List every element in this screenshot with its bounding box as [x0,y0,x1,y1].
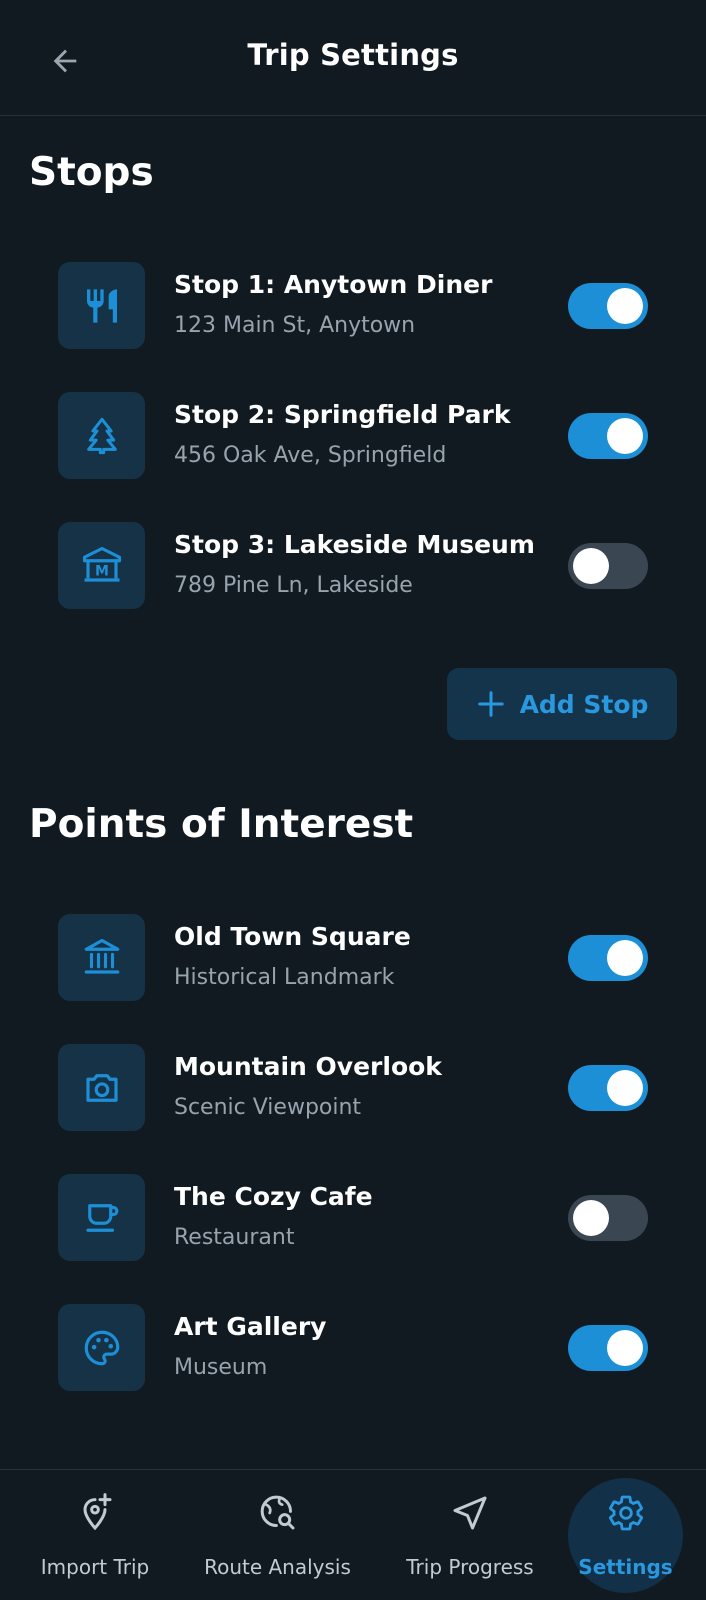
poi-3-title: The Cozy Cafe [174,1182,373,1211]
stop-3-title: Stop 3: Lakeside Museum [174,530,535,559]
toggle-knob [607,940,643,976]
add-location-icon [83,1493,112,1531]
poi-3-icon-tile [58,1174,145,1261]
museum-icon: M [82,546,121,582]
poi-row-2: Mountain Overlook Scenic Viewpoint [0,1044,706,1136]
poi-4-icon-tile [58,1304,145,1391]
landmark-icon [84,938,119,974]
travel-explore-icon [260,1495,294,1530]
poi-1-toggle[interactable] [568,935,648,981]
poi-2-toggle[interactable] [568,1065,648,1111]
stop-row-2: Stop 2: Springfield Park 456 Oak Ave, Sp… [0,392,706,484]
poi-2-icon-tile [58,1044,145,1131]
coffee-icon [85,1203,118,1232]
poi-1-icon-tile [58,914,145,1001]
stop-3-address: 789 Pine Ln, Lakeside [174,573,413,598]
page-title: Trip Settings [247,38,459,72]
stop-2-icon-tile [58,392,145,479]
palette-icon [84,1330,119,1365]
restaurant-icon [86,288,117,323]
poi-4-title: Art Gallery [174,1312,327,1341]
poi-section-title: Points of Interest [29,802,414,847]
poi-1-title: Old Town Square [174,922,411,951]
poi-2-title: Mountain Overlook [174,1052,442,1081]
svg-text:M: M [95,563,109,579]
nav-settings[interactable]: Settings [568,1469,683,1600]
stop-3-toggle[interactable] [568,543,648,589]
camera-icon [85,1073,118,1102]
app-header: Trip Settings [0,0,706,116]
poi-1-category: Historical Landmark [174,965,395,990]
stop-2-title: Stop 2: Springfield Park [174,400,511,429]
navigation-icon [453,1496,487,1530]
toggle-knob [607,418,643,454]
toggle-knob [607,1070,643,1106]
poi-row-4: Art Gallery Museum [0,1304,706,1396]
stop-row-1: Stop 1: Anytown Diner 123 Main St, Anyto… [0,262,706,354]
nav-trip-progress-label: Trip Progress [406,1555,534,1579]
stop-1-address: 123 Main St, Anytown [174,313,416,338]
nav-route-analysis[interactable]: Route Analysis [190,1469,365,1600]
plus-icon [477,691,504,717]
nav-route-analysis-label: Route Analysis [204,1555,351,1579]
toggle-knob [573,1200,609,1236]
poi-row-3: The Cozy Cafe Restaurant [0,1174,706,1266]
toggle-knob [607,1330,643,1366]
stop-3-icon-tile: M [58,522,145,609]
nav-settings-label: Settings [578,1555,673,1579]
poi-4-toggle[interactable] [568,1325,648,1371]
tree-icon [86,417,117,454]
poi-2-category: Scenic Viewpoint [174,1095,362,1120]
stop-1-title: Stop 1: Anytown Diner [174,270,493,299]
stop-1-toggle[interactable] [568,283,648,329]
stop-2-toggle[interactable] [568,413,648,459]
stops-section-title: Stops [29,150,154,195]
poi-row-1: Old Town Square Historical Landmark [0,914,706,1006]
stop-1-icon-tile [58,262,145,349]
stop-2-address: 456 Oak Ave, Springfield [174,443,447,468]
add-stop-label: Add Stop [519,689,649,719]
poi-3-category: Restaurant [174,1225,295,1250]
nav-import-trip[interactable]: Import Trip [20,1469,170,1600]
poi-4-category: Museum [174,1355,268,1380]
nav-import-trip-label: Import Trip [40,1555,150,1579]
gear-icon [608,1495,643,1531]
poi-3-toggle[interactable] [568,1195,648,1241]
nav-trip-progress[interactable]: Trip Progress [390,1469,550,1600]
toggle-knob [573,548,609,584]
stop-row-3: M Stop 3: Lakeside Museum 789 Pine Ln, L… [0,522,706,614]
add-stop-button[interactable]: Add Stop [447,668,677,740]
toggle-knob [607,288,643,324]
